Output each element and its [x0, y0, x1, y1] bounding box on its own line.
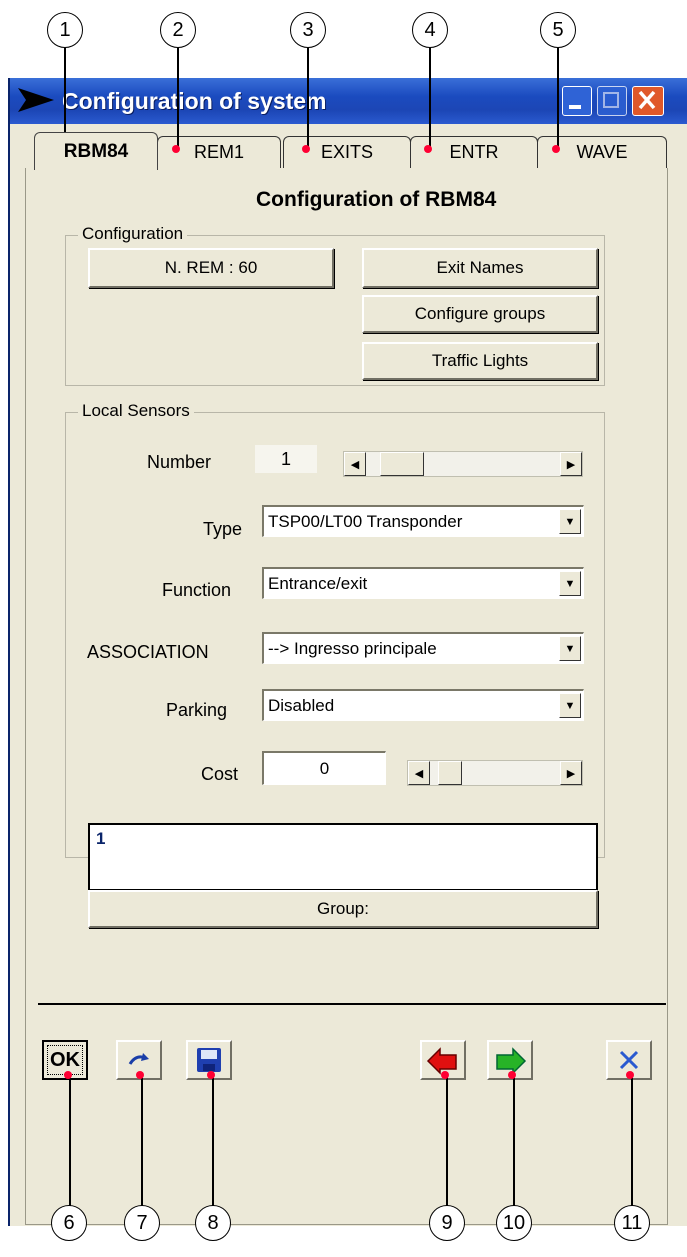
callout-8: 8 — [195, 1205, 231, 1241]
callout-2: 2 — [160, 12, 196, 48]
association-value: --> Ingresso principale — [268, 638, 437, 658]
callout-3: 3 — [290, 12, 326, 48]
leader-line — [631, 1076, 633, 1208]
configure-groups-button[interactable]: Configure groups — [362, 295, 598, 333]
association-label: ASSOCIATION — [87, 642, 209, 662]
callout-dot — [424, 145, 432, 153]
callout-6: 6 — [51, 1205, 87, 1241]
window-title: Configuration of system — [62, 88, 327, 114]
leader-line — [557, 48, 559, 150]
callout-7: 7 — [124, 1205, 160, 1241]
leader-line — [69, 1076, 71, 1208]
exit-names-button[interactable]: Exit Names — [362, 248, 598, 288]
callout-1: 1 — [47, 12, 83, 48]
tab-label: ENTR — [449, 142, 499, 162]
ok-label: OK — [50, 1048, 80, 1071]
type-value: TSP00/LT00 Transponder — [268, 511, 463, 531]
number-value: 1 — [255, 445, 317, 473]
group-button[interactable]: Group: — [88, 890, 598, 928]
group-listbox[interactable]: 1 — [88, 823, 598, 891]
leader-line — [513, 1076, 515, 1208]
leader-line — [446, 1076, 448, 1208]
list-item[interactable]: 1 — [96, 829, 105, 849]
nrem-button[interactable]: N. REM : 60 — [88, 248, 334, 288]
scroll-right-icon[interactable]: ▶ — [560, 761, 582, 785]
type-select[interactable]: TSP00/LT00 Transponder ▼ — [262, 505, 584, 537]
cost-label: Cost — [201, 764, 239, 784]
callout-4: 4 — [412, 12, 448, 48]
callout-dot — [136, 1071, 144, 1079]
scroll-left-icon[interactable]: ◀ — [344, 452, 366, 476]
callout-dot — [552, 145, 560, 153]
callout-dot — [302, 145, 310, 153]
parking-select[interactable]: Disabled ▼ — [262, 689, 584, 721]
title-bar[interactable]: Configuration of system — [10, 78, 687, 124]
callout-9: 9 — [429, 1205, 465, 1241]
close-icon — [638, 90, 656, 110]
association-select[interactable]: --> Ingresso principale ▼ — [262, 632, 584, 664]
minimize-button[interactable] — [562, 86, 592, 116]
chevron-down-icon[interactable]: ▼ — [559, 693, 581, 718]
number-label: Number — [147, 452, 212, 472]
callout-dot — [508, 1071, 516, 1079]
tab-label: RBM84 — [63, 140, 129, 162]
callout-dot — [172, 145, 180, 153]
cost-value: 0 — [319, 758, 330, 778]
chevron-down-icon[interactable]: ▼ — [559, 509, 581, 534]
scroll-thumb[interactable] — [380, 452, 424, 476]
configuration-legend: Configuration — [78, 224, 188, 244]
callout-dot — [441, 1071, 449, 1079]
tab-label: EXITS — [320, 142, 373, 162]
chevron-down-icon[interactable]: ▼ — [559, 571, 581, 596]
leader-line — [212, 1076, 214, 1208]
scroll-thumb[interactable] — [438, 761, 462, 785]
tab-label: WAVE — [576, 142, 628, 162]
local-sensors-legend: Local Sensors — [78, 401, 194, 421]
callout-dot — [207, 1071, 215, 1079]
redo-icon — [128, 1053, 149, 1065]
tab-rbm84[interactable]: RBM84 — [34, 132, 158, 170]
tab-exits[interactable]: EXITS — [283, 136, 411, 168]
function-label: Function — [162, 580, 232, 600]
callout-dot — [626, 1071, 634, 1079]
footer-divider — [38, 1003, 666, 1005]
chevron-down-icon[interactable]: ▼ — [559, 636, 581, 661]
close-button[interactable] — [632, 86, 664, 116]
scroll-right-icon[interactable]: ▶ — [560, 452, 582, 476]
parking-value: Disabled — [268, 695, 335, 715]
callout-dot — [64, 1071, 72, 1079]
callout-5: 5 — [540, 12, 576, 48]
tab-label: REM1 — [193, 142, 244, 162]
scroll-left-icon[interactable]: ◀ — [408, 761, 430, 785]
traffic-lights-button[interactable]: Traffic Lights — [362, 342, 598, 380]
close-icon — [619, 1050, 639, 1070]
app-arrow-icon — [18, 88, 54, 112]
maximize-button[interactable] — [597, 86, 627, 116]
page-title: Configuration of RBM84 — [256, 188, 497, 211]
leader-line — [141, 1076, 143, 1208]
function-value: Entrance/exit — [268, 573, 368, 593]
cost-scrollbar[interactable]: ◀ ▶ — [407, 760, 583, 786]
callout-10: 10 — [496, 1205, 532, 1241]
cost-input[interactable]: 0 — [262, 751, 386, 785]
parking-label: Parking — [166, 700, 228, 720]
leader-line — [429, 48, 431, 150]
type-label: Type — [203, 519, 243, 539]
number-scrollbar[interactable]: ◀ ▶ — [343, 451, 583, 477]
leader-line — [307, 48, 309, 150]
floppy-disk-icon — [197, 1048, 221, 1072]
callout-11: 11 — [614, 1205, 650, 1241]
leader-line — [177, 48, 179, 150]
function-select[interactable]: Entrance/exit ▼ — [262, 567, 584, 599]
